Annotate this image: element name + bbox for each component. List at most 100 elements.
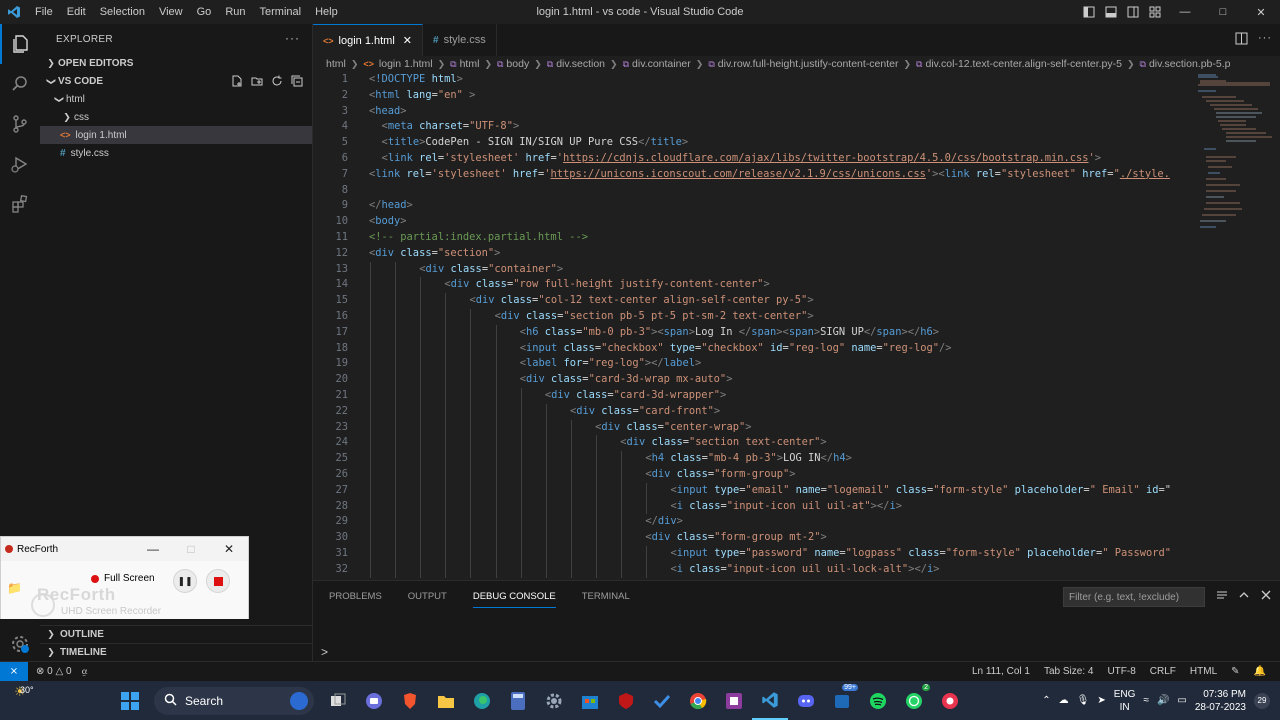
new-folder-icon[interactable] [250,74,264,88]
notification-count[interactable]: 29 [1254,692,1270,709]
toggle-sidebar-icon[interactable] [1078,0,1100,24]
capture-mode[interactable]: Full Screen [91,573,155,584]
pause-button[interactable]: ❚❚ [173,569,197,593]
onedrive-icon[interactable]: ☁ [1059,695,1069,706]
explorer-icon[interactable] [0,24,40,64]
code-line[interactable]: 18 <input class="checkbox" type="checkbox… [313,341,1193,357]
menu-item-edit[interactable]: Edit [60,6,93,18]
breadcrumb-item[interactable]: div.row.full-height.justify-content-cent… [718,58,899,70]
notifications-bell-icon[interactable]: 🔔 [1254,666,1266,677]
encoding[interactable]: UTF-8 [1107,666,1135,677]
mcafee-icon[interactable] [608,681,644,720]
breadcrumb-item[interactable]: html [326,58,346,70]
menu-item-file[interactable]: File [28,6,60,18]
code-line[interactable]: 23 <div class="center-wrap"> [313,420,1193,436]
breadcrumb-item[interactable]: body [506,58,529,70]
code-line[interactable]: 15 <div class="col-12 text-center align-s… [313,293,1193,309]
chrome-icon[interactable] [680,681,716,720]
menu-item-go[interactable]: Go [190,6,219,18]
menu-item-terminal[interactable]: Terminal [253,6,309,18]
source-control-icon[interactable] [0,104,40,144]
code-line[interactable]: 17 <h6 class="mb-0 pb-3"><span>Log In </s… [313,325,1193,341]
manage-gear-icon[interactable] [0,624,40,664]
battery-icon[interactable]: ▭ [1177,695,1186,706]
code-line[interactable]: 29 </div> [313,514,1193,530]
vscode-taskbar-icon[interactable] [752,681,788,720]
extensions-icon[interactable] [0,184,40,224]
recforth-maximize-button[interactable]: □ [172,537,210,561]
edge-icon[interactable] [464,681,500,720]
tab-debug-console[interactable]: DEBUG CONSOLE [472,591,556,608]
code-line[interactable]: 12 <div class="section"> [313,246,1193,262]
timeline-section[interactable]: ❯ TIMELINE [40,643,312,661]
code-line[interactable]: 14 <div class="row full-height justify-co… [313,277,1193,293]
folder-section[interactable]: ❯ VS CODE [40,72,312,90]
code-line[interactable]: 6 <link rel='stylesheet' href='https://cd… [313,151,1193,167]
ports-icon[interactable]: ⍶ [82,666,88,677]
chat-icon[interactable] [356,681,392,720]
code-line[interactable]: 16 <div class="section pb-5 pt-5 pt-sm-2 … [313,309,1193,325]
tab-output[interactable]: OUTPUT [408,591,447,608]
run-debug-icon[interactable] [0,144,40,184]
file-explorer-icon[interactable] [428,681,464,720]
code-line[interactable]: 3 <head> [313,104,1193,120]
tree-item-css-folder[interactable]: ❯ css [40,108,312,126]
code-line[interactable]: 21 <div class="card-3d-wrapper"> [313,388,1193,404]
menu-item-run[interactable]: Run [218,6,252,18]
taskbar-search[interactable]: Search [154,686,314,715]
more-actions-icon[interactable]: ··· [285,31,300,45]
code-line[interactable]: 4 <meta charset="UTF-8"> [313,119,1193,135]
code-line[interactable]: 25 <h4 class="mb-4 pb-3">LOG IN</h4> [313,451,1193,467]
cursor-position[interactable]: Ln 111, Col 1 [972,666,1030,677]
code-line[interactable]: 26 <div class="form-group"> [313,467,1193,483]
code-line[interactable]: 32 <i class="input-icon uil uil-lock-alt"… [313,562,1193,578]
more-actions-icon[interactable]: ··· [1258,32,1272,48]
tab-terminal[interactable]: TERMINAL [582,591,630,608]
code-line[interactable]: 8 [313,183,1193,199]
code-line[interactable]: 13 <div class="container"> [313,262,1193,278]
tab-style-css[interactable]: # style.css [423,24,497,56]
weather-widget[interactable]: ☀ 30° [14,685,34,699]
code-line[interactable]: 11 <!-- partial:index.partial.html --> [313,230,1193,246]
minimize-button[interactable]: — [1166,0,1204,24]
clock[interactable]: 07:36 PM 28-07-2023 [1195,688,1246,714]
close-tab-icon[interactable]: ✕ [403,34,412,47]
breadcrumb-item[interactable]: div.col-12.text-center.align-self-center… [925,58,1121,70]
location-icon[interactable]: ➤ [1097,695,1105,706]
calculator-icon[interactable] [500,681,536,720]
stop-button[interactable] [206,569,230,593]
recforth-close-button[interactable]: ✕ [210,537,248,561]
split-editor-icon[interactable] [1235,32,1248,48]
code-line[interactable]: 10 <body> [313,214,1193,230]
settings-gear-icon[interactable] [536,681,572,720]
refresh-icon[interactable] [270,74,284,88]
code-line[interactable]: 24 <div class="section text-center"> [313,435,1193,451]
breadcrumb-item[interactable]: html [460,58,480,70]
open-editors-section[interactable]: ❯ OPEN EDITORS [40,54,312,72]
discord-icon[interactable] [788,681,824,720]
search-icon[interactable] [0,64,40,104]
feedback-icon[interactable]: ✎ [1231,666,1239,677]
tree-item-style-css[interactable]: # style.css [40,144,312,162]
tree-item-html-folder[interactable]: ❯ html [40,90,312,108]
media-app-icon[interactable] [716,681,752,720]
code-editor[interactable]: 1 <!DOCTYPE html> 2 <html lang="en" > 3 <head… [313,72,1280,580]
console-prompt[interactable]: > [321,645,328,659]
close-panel-icon[interactable] [1260,589,1272,604]
whatsapp-icon[interactable]: 2 [896,681,932,720]
breadcrumb-item[interactable]: login 1.html [379,58,433,70]
menu-item-view[interactable]: View [152,6,190,18]
spotify-icon[interactable] [860,681,896,720]
new-file-icon[interactable] [230,74,244,88]
show-hidden-icons-icon[interactable]: ⌃ [1042,695,1050,706]
breadcrumb-item[interactable]: div.section [556,58,605,70]
code-line[interactable]: 5 <title>CodePen - SIGN IN/SIGN UP Pure C… [313,135,1193,151]
todo-icon[interactable] [644,681,680,720]
folder-icon[interactable]: 📁 [7,581,22,595]
toggle-panel-icon[interactable] [1100,0,1122,24]
maximize-panel-icon[interactable] [1238,589,1250,604]
code-line[interactable]: 1 <!DOCTYPE html> [313,72,1193,88]
breadcrumb-item[interactable]: div.container [632,58,691,70]
tree-item-login-html[interactable]: <> login 1.html [40,126,312,144]
code-line[interactable]: 30 <div class="form-group mt-2"> [313,530,1193,546]
